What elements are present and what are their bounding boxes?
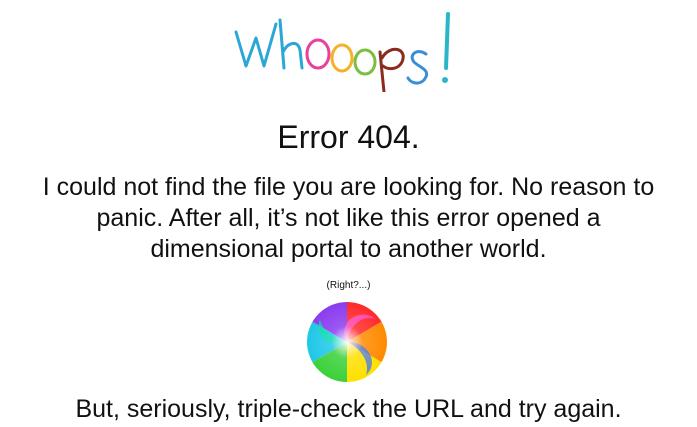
rainbow-swirl-icon: [306, 301, 388, 383]
error-title: Error 404.: [277, 119, 420, 155]
message-line: I could not find the file you are lookin…: [42, 173, 655, 201]
aside-note: (Right?...): [326, 280, 371, 291]
whoops-handwritten-logo: [234, 12, 450, 92]
portal-swirl-graphic: [307, 302, 387, 382]
message-line: dimensional portal to another world.: [150, 235, 547, 263]
error-page: Error 404. I could not find the file you…: [0, 0, 697, 427]
message-line: panic. After all, it’s not like this err…: [96, 204, 601, 232]
whoops-logo: [222, 8, 472, 92]
retry-hint: But, seriously, triple-check the URL and…: [75, 395, 622, 423]
error-message: I could not find the file you are lookin…: [0, 172, 697, 265]
